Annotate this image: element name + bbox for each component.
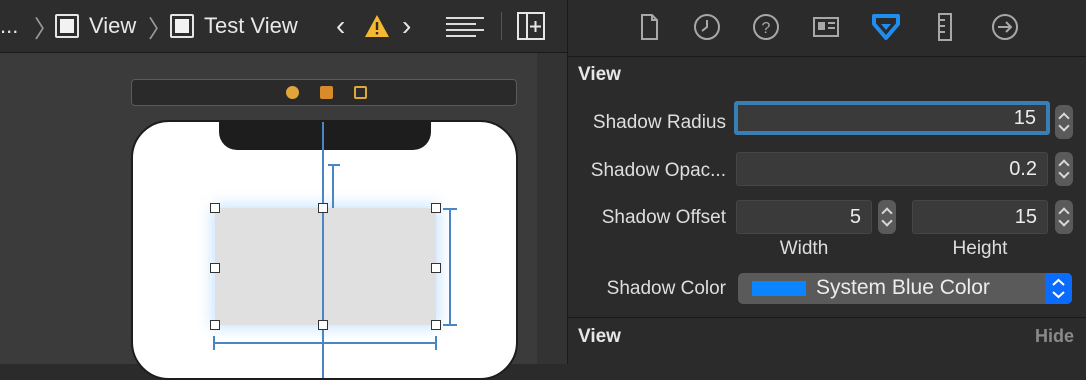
shadow-radius-label: Shadow Radius [592,112,726,133]
jumpbar-ellipsis[interactable]: ... [0,0,18,52]
height-guide [449,208,451,326]
canvas-area[interactable]: ... 〉 View 〉 Test View ‹ › [0,0,567,380]
width-sublabel: Width [779,238,829,259]
jumpbar-item-test-view[interactable]: Test View [170,0,298,52]
attributes-icon[interactable] [871,12,901,42]
height-sublabel: Height [952,238,1008,259]
shadow-color-value: System Blue Color [816,276,990,299]
first-responder-icon[interactable] [320,86,333,99]
toolbar-divider [501,12,502,40]
chevron-right-icon: 〉 [148,15,172,43]
width-guide [213,342,437,344]
hide-section-button[interactable]: Hide [1035,326,1074,347]
svg-text:?: ? [762,20,771,37]
width-guide-cap [435,336,437,350]
view-icon [170,14,194,38]
scene-dock [131,79,517,106]
top-spacing-cap [328,164,340,166]
attributes-inspector: ? View Shadow Radius 15 Shadow Opac... 0… [567,0,1086,364]
height-guide-cap [443,324,457,326]
shadow-offset-height-stepper[interactable] [1055,200,1073,234]
help-icon[interactable]: ? [751,12,781,42]
resize-handle[interactable] [210,203,220,213]
top-spacing-guide [332,164,334,208]
jump-bar: ... 〉 View 〉 Test View ‹ › [0,0,567,53]
color-swatch [752,281,806,296]
resize-handle[interactable] [431,320,441,330]
resize-handle[interactable] [431,203,441,213]
connections-icon[interactable] [990,12,1020,42]
device-notch [219,122,431,150]
shadow-opacity-stepper[interactable] [1055,152,1073,186]
exit-icon[interactable] [354,86,367,99]
resize-handle[interactable] [318,320,328,330]
resize-handle[interactable] [210,263,220,273]
section-title-view: View [578,64,621,85]
jumpbar-item-label: View [89,13,137,38]
warning-triangle-icon[interactable] [364,0,390,52]
size-ruler-icon[interactable] [930,12,960,42]
section-title-view-2: View [578,326,621,347]
shadow-color-label: Shadow Color [606,278,726,299]
next-issue-icon[interactable]: › [402,0,411,52]
jumpbar-item-label: Test View [204,13,298,38]
identity-icon[interactable] [811,12,841,42]
shadow-radius-field[interactable]: 15 [734,101,1050,135]
width-guide-cap [213,336,215,350]
editor-options-icon[interactable] [446,0,484,52]
shadow-opacity-field[interactable]: 0.2 [736,152,1048,186]
jumpbar-item-view[interactable]: View [55,0,136,52]
view-controller-icon[interactable] [286,86,299,99]
file-icon[interactable] [634,12,664,42]
view-icon [55,14,79,38]
shadow-offset-height-field[interactable]: 15 [912,200,1048,234]
shadow-offset-width-stepper[interactable] [878,200,896,234]
section-divider [568,317,1086,318]
selected-view[interactable] [215,208,436,325]
shadow-offset-width-field[interactable]: 5 [736,200,872,234]
height-guide-cap [443,208,457,210]
shadow-color-popup[interactable]: System Blue Color [738,273,1072,304]
resize-handle[interactable] [431,263,441,273]
history-icon[interactable] [692,12,722,42]
inspector-tab-bar: ? [568,0,1086,57]
previous-issue-icon[interactable]: ‹ [336,0,345,52]
popup-chevrons-icon[interactable] [1045,273,1072,304]
canvas-scroll-gutter [537,53,567,364]
shadow-opacity-label: Shadow Opac... [590,160,726,181]
shadow-radius-stepper[interactable] [1055,105,1073,139]
add-editor-icon[interactable] [517,0,545,52]
resize-handle[interactable] [318,203,328,213]
resize-handle[interactable] [210,320,220,330]
device-frame [131,120,518,380]
shadow-offset-label: Shadow Offset [601,207,726,228]
